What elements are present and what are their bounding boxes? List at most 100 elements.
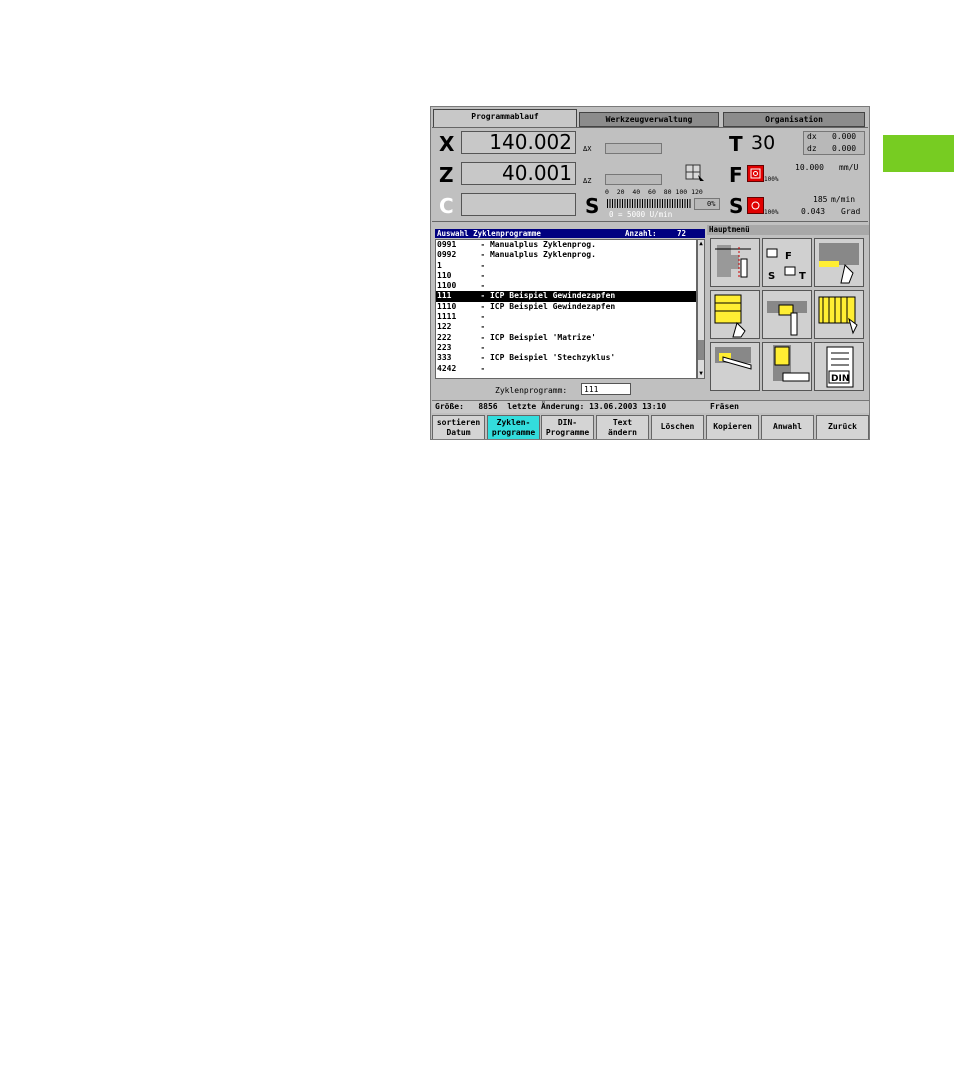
spindle-label: S (585, 194, 600, 218)
spindle1-label: S (729, 194, 744, 218)
program-input[interactable]: 111 (581, 383, 631, 395)
milling-icon[interactable] (762, 342, 812, 391)
delta-x-bar (605, 143, 662, 154)
delta-z-bar (605, 174, 662, 185)
spindle-scale: 0 20 40 60 80 100 120 (605, 188, 703, 196)
softkey-3[interactable]: DIN- Programme (541, 415, 594, 439)
softkey-label-line1: sortieren (436, 418, 481, 427)
list-item[interactable]: 111 - ICP Beispiel Gewindezapfen (436, 291, 696, 302)
softkey-1[interactable]: sortieren Datum (432, 415, 485, 439)
sft-icon[interactable]: FS T (762, 238, 812, 287)
softkey-8[interactable]: Zurück (816, 415, 869, 439)
tool-dx-value: 0.000 (832, 132, 857, 141)
softkey-5[interactable]: Löschen (651, 415, 704, 439)
program-count: 72 (677, 229, 687, 238)
softkey-4[interactable]: Text ändern (596, 415, 649, 439)
feed-value: 10.000 (795, 163, 824, 172)
tab-divider (432, 127, 868, 128)
softkey-2[interactable]: Zyklen-programme (487, 415, 540, 439)
tab-organisation[interactable]: Organisation (723, 112, 865, 127)
list-item[interactable]: 223 - (436, 343, 696, 353)
list-item[interactable]: 333 - ICP Beispiel 'Stechzyklus' (436, 353, 696, 363)
list-item[interactable]: 1100 - (436, 281, 696, 291)
spindle1-speed: 185 (813, 195, 828, 204)
program-list[interactable]: 0991 - Manualplus Zyklenprog. 0992 - Manu… (435, 239, 697, 379)
list-item[interactable]: 222 - ICP Beispiel 'Matrize' (436, 333, 696, 343)
list-item[interactable]: 0991 - Manualplus Zyklenprog. (436, 240, 696, 250)
softkey-label-line1: Anwahl (773, 422, 802, 431)
list-item[interactable]: 110 - (436, 271, 696, 281)
program-list-header: Auswahl Zyklenprogramme Anzahl: 72 (435, 229, 705, 238)
sft-f-label: F (785, 251, 792, 262)
scroll-down-icon[interactable]: ▼ (698, 370, 704, 378)
z-position-value: 40.001 (461, 162, 576, 185)
softkey-label-line1: Text (612, 418, 633, 427)
header-separator (432, 221, 868, 222)
feed-override: 100% (764, 176, 779, 183)
program-input-label: Zyklenprogramm: (495, 386, 568, 395)
program-list-panel: Auswahl Zyklenprogramme Anzahl: 72 0991 … (435, 229, 705, 405)
tool-dz-label: dz (807, 144, 817, 153)
softkey-label-line1: Löschen (660, 422, 695, 431)
tab-werkzeugverwaltung[interactable]: Werkzeugverwaltung (579, 112, 719, 127)
scroll-thumb[interactable] (698, 340, 704, 360)
tab-programmablauf[interactable]: Programmablauf (433, 109, 577, 127)
facing-icon[interactable] (710, 290, 760, 339)
spindle1-icon (747, 197, 764, 214)
status-line: Größe: 8856 letzte Änderung: 13.06.2003 … (432, 400, 709, 413)
menu-status: Fräsen (708, 400, 869, 413)
softkey-label-line2: programme (491, 428, 536, 437)
din-icon-text: DIN (831, 374, 849, 384)
list-item[interactable]: 1111 - (436, 312, 696, 322)
delta-x-label: ΔX (583, 145, 592, 153)
program-list-scrollbar[interactable]: ▲ ▼ (697, 239, 705, 379)
recessing-icon[interactable] (762, 290, 812, 339)
tool-number: 30 (751, 132, 776, 154)
scroll-up-icon[interactable]: ▲ (698, 240, 704, 248)
tool-dz-value: 0.000 (832, 144, 857, 153)
list-item[interactable]: 1 - (436, 261, 696, 271)
program-list-title: Auswahl Zyklenprogramme (437, 229, 541, 238)
list-item[interactable]: 1110 - ICP Beispiel Gewindezapfen (436, 302, 696, 312)
softkey-label-line1: DIN- (557, 418, 578, 427)
c-position-value (461, 193, 576, 216)
x-axis-label: X (439, 132, 455, 156)
tool-dx-label: dx (807, 132, 817, 141)
main-menu-title: Hauptmenü (707, 225, 869, 235)
turning-icon[interactable] (710, 238, 760, 287)
roughing-icon[interactable] (814, 238, 864, 287)
spindle-load-bar (607, 199, 691, 208)
drilling-icon[interactable] (710, 342, 760, 391)
softkey-label-line2: Programme (545, 428, 590, 437)
z-axis-label: Z (439, 163, 454, 187)
sft-s-label: S (768, 271, 775, 282)
softkey-label-line2: Datum (446, 428, 471, 437)
spindle-speed-text: 0 = 5000 U/min (609, 210, 673, 219)
handwheel-icon (684, 163, 706, 185)
cnc-screen: Programmablauf Werkzeugverwaltung Organi… (430, 106, 870, 440)
spindle-percent: 0% (707, 200, 716, 208)
softkey-label-line1: Zurück (828, 422, 857, 431)
softkey-6[interactable]: Kopieren (706, 415, 759, 439)
thread-icon[interactable] (814, 290, 864, 339)
spindle1-angle-unit: Grad (841, 207, 861, 216)
tool-label: T (729, 132, 743, 156)
c-axis-label: C (439, 194, 454, 218)
spindle1-unit: m/min (831, 195, 856, 204)
feed-label: F (729, 163, 743, 187)
din-icon[interactable]: DIN (814, 342, 864, 391)
softkey-label-line1: Kopieren (713, 422, 752, 431)
list-item[interactable]: 122 - (436, 322, 696, 332)
delta-z-label: ΔZ (583, 177, 592, 185)
feed-unit: mm/U (839, 163, 859, 172)
chapter-tab (883, 135, 954, 172)
softkey-label-line1: Zyklen- (496, 418, 531, 427)
softkey-label-line2: ändern (608, 428, 637, 437)
list-item[interactable]: 0992 - Manualplus Zyklenprog. (436, 250, 696, 260)
list-item[interactable]: 4242 - (436, 364, 696, 374)
sft-t-label: T (799, 271, 806, 282)
softkey-7[interactable]: Anwahl (761, 415, 814, 439)
x-position-value: 140.002 (461, 131, 576, 154)
spindle1-angle: 0.043 (801, 207, 826, 216)
program-count-label: Anzahl: (625, 229, 657, 238)
